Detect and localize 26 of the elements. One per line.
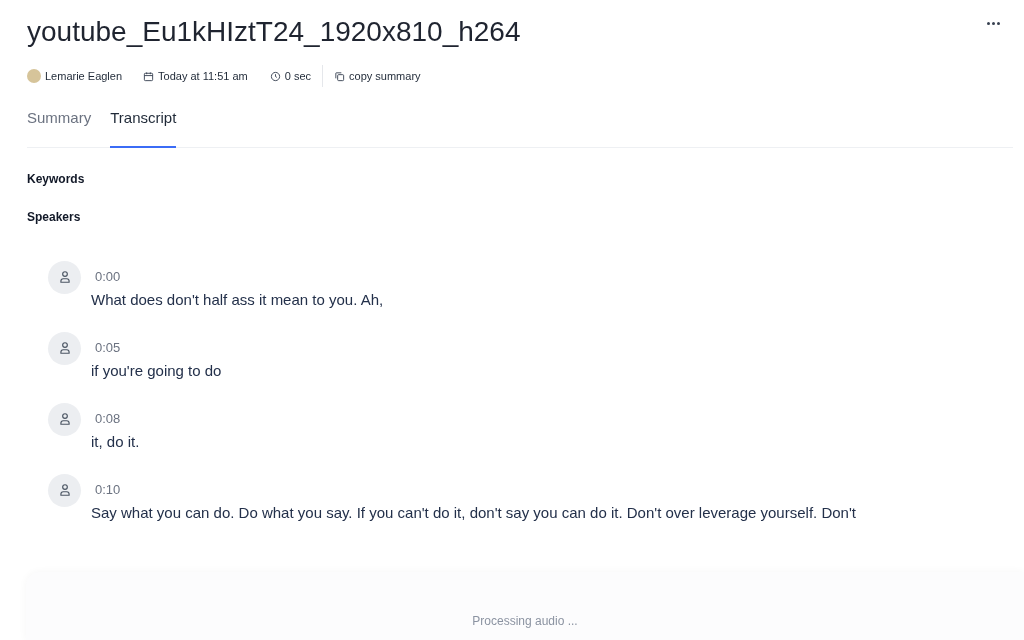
tab[interactable]: Transcript xyxy=(110,107,177,148)
copy-icon xyxy=(334,70,346,82)
page-title: youtube_Eu1kHIztT24_1920x810_h264 xyxy=(27,15,521,49)
transcript-text: it, do it. xyxy=(91,431,141,452)
transcript-text: What does don't half ass it mean to you. Ah, xyxy=(91,289,385,310)
date-text: Today at 11:51 am xyxy=(158,68,248,84)
status-text: Processing audio ... xyxy=(472,613,578,630)
timestamp: 0:00 xyxy=(95,268,121,287)
author-name: Lemarie Eaglen xyxy=(45,68,123,84)
transcript-text: if you're going to do xyxy=(91,360,223,381)
section-heading: Keywords xyxy=(27,171,86,186)
person-icon xyxy=(57,412,72,426)
duration-text: 0 sec xyxy=(284,68,312,84)
tab[interactable]: Summary xyxy=(27,107,92,148)
timestamp: 0:05 xyxy=(95,339,121,358)
clock-icon xyxy=(269,70,281,82)
person-icon xyxy=(57,483,72,497)
timestamp: 0:08 xyxy=(95,410,121,429)
person-icon xyxy=(57,341,72,355)
section-heading: Speakers xyxy=(27,209,82,224)
transcript-text: Say what you can do. Do what you say. If you can't do it, don't say you can do it. Don't over leverage yourself. Don't xyxy=(91,502,857,523)
timestamp: 0:10 xyxy=(95,481,121,500)
user-avatar xyxy=(27,69,41,83)
person-icon xyxy=(57,270,72,284)
copy-summary-button[interactable]: copy summary xyxy=(334,67,421,85)
calendar-icon xyxy=(143,70,155,82)
